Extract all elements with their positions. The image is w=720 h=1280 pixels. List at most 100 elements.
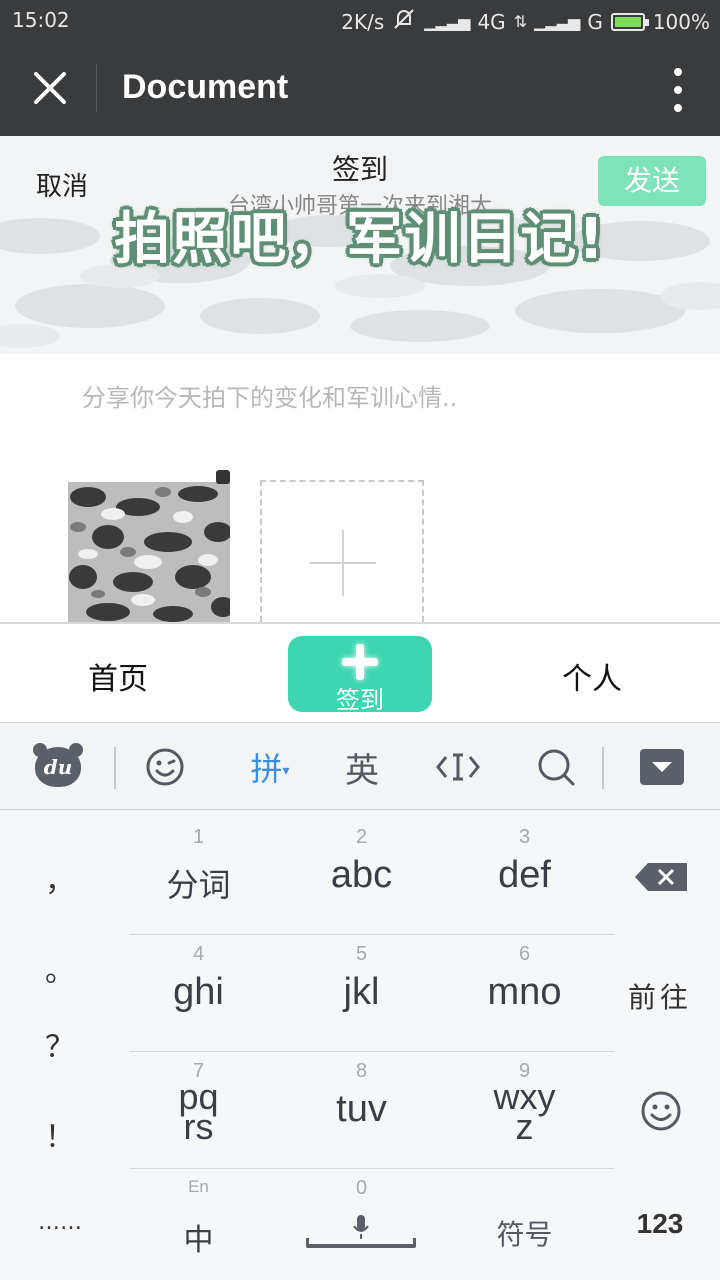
cursor-icon <box>436 753 480 781</box>
nav-home-tab[interactable]: 首页 <box>88 654 148 698</box>
english-mode-button[interactable]: 英 <box>334 723 390 811</box>
key-7[interactable]: 7 pqrs <box>117 1044 280 1161</box>
key-6[interactable]: 6 mno <box>443 927 606 1044</box>
pinyin-text: 拼 <box>250 750 283 788</box>
backspace-icon <box>635 863 687 891</box>
nav-me-tab[interactable]: 个人 <box>562 654 622 698</box>
hide-keyboard-button[interactable] <box>636 723 688 811</box>
backspace-button[interactable] <box>634 862 688 892</box>
send-button[interactable]: 发送 <box>598 156 706 206</box>
pinyin-mode-button[interactable]: 拼▾ <box>238 723 302 811</box>
key-1[interactable]: 1 分词 <box>117 810 280 927</box>
signal-bars-icon: ▁▂▃▅ <box>424 12 470 31</box>
baidu-ime-logo-button[interactable]: du <box>30 723 86 811</box>
cursor-move-button[interactable] <box>432 723 484 811</box>
key-number: 8 <box>355 1060 368 1082</box>
punct-key-ellipsis[interactable]: …… <box>20 1210 100 1235</box>
status-time: 15:02 <box>12 8 70 32</box>
nav-signin-button[interactable]: 签到 <box>288 636 432 714</box>
add-photo-button[interactable] <box>260 480 424 622</box>
emoji-panel-button[interactable] <box>140 723 190 811</box>
space-bar-indicator <box>306 1238 416 1248</box>
plus-icon <box>342 644 378 680</box>
key-label: def <box>498 854 551 896</box>
english-label: 英 <box>345 750 379 791</box>
more-dot-icon <box>674 86 682 94</box>
titlebar-divider <box>96 64 97 112</box>
key-label: wxyz <box>493 1076 556 1147</box>
key-number: 6 <box>518 943 531 965</box>
status-icons: 2K/s ▁▂▃▅ 4G ⇅ ▁▂▃▅ G 100% <box>341 8 710 35</box>
punct-key-comma[interactable]: ， <box>20 856 100 900</box>
key-number: 5 <box>355 943 368 965</box>
key-5[interactable]: 5 jkl <box>280 927 443 1044</box>
battery-icon <box>610 12 649 31</box>
key-2[interactable]: 2 abc <box>280 810 443 927</box>
baidu-bear-logo-icon: du <box>33 743 83 787</box>
lang-switch-key[interactable]: En 中 <box>117 1161 280 1278</box>
post-composer: 分享你今天拍下的变化和军训心情.. <box>0 354 720 622</box>
symbols-label: 符号 <box>496 1219 553 1250</box>
microphone-icon <box>353 1215 369 1239</box>
key-label: jkl <box>343 971 380 1013</box>
key-number: 4 <box>192 943 205 965</box>
bottom-nav: 首页 签到 个人 <box>0 622 720 722</box>
keyboard-toolbar: du 拼▾ 英 <box>0 722 720 810</box>
signal-bars-icon-2: ▁▂▃▅ <box>534 12 580 31</box>
key-number: 0 <box>355 1177 368 1199</box>
symbols-key[interactable]: 符号 <box>443 1161 606 1278</box>
punct-key-period[interactable]: 。 <box>20 946 100 990</box>
status-bar: 15:02 2K/s ▁▂▃▅ 4G ⇅ ▁▂▃▅ G 100% <box>0 0 720 40</box>
key-number: 2 <box>355 826 368 848</box>
t9-keypad: ， 。 ？ ！ …… 1 分词 2 abc 3 def 4 ghi 5 jkl … <box>0 810 720 1280</box>
network-type-1: 4G <box>477 9 506 34</box>
post-text-input[interactable]: 分享你今天拍下的变化和军训心情.. <box>82 378 457 413</box>
post-header-banner: 取消 签到 台湾小帅哥第一次来到湘大 拍照吧，军训日记! 发送 <box>0 136 720 354</box>
numbers-key[interactable]: 123 <box>614 1208 706 1240</box>
dropdown-triangle-icon: ▾ <box>282 763 290 779</box>
more-dot-icon <box>674 68 682 76</box>
data-arrows-icon: ⇅ <box>513 12 527 31</box>
close-button[interactable] <box>24 62 76 114</box>
banner-headline: 拍照吧，军训日记! <box>114 207 606 272</box>
key-9[interactable]: 9 wxyz <box>443 1044 606 1161</box>
close-icon <box>34 72 66 104</box>
smiley-icon <box>641 1091 681 1131</box>
emoji-key[interactable] <box>640 1090 682 1132</box>
page-title: Document <box>122 68 289 106</box>
key-8[interactable]: 8 tuv <box>280 1044 443 1161</box>
key-4[interactable]: 4 ghi <box>117 927 280 1044</box>
battery-fill <box>614 16 641 27</box>
hide-keyboard-icon <box>640 749 684 785</box>
pinyin-label: 拼▾ <box>250 744 289 790</box>
remove-photo-icon[interactable] <box>216 470 230 484</box>
network-type-2: G <box>587 9 603 34</box>
search-button[interactable] <box>530 723 582 811</box>
toolbar-separator <box>114 747 116 789</box>
smiley-icon <box>146 748 184 786</box>
attached-photo-thumbnail[interactable] <box>68 482 230 622</box>
mute-icon <box>392 8 416 35</box>
key-label: ghi <box>173 971 224 1013</box>
search-icon <box>538 749 575 786</box>
key-number: 3 <box>518 826 531 848</box>
punct-key-question[interactable]: ？ <box>20 1022 100 1066</box>
toolbar-separator <box>602 747 604 789</box>
more-dot-icon <box>674 104 682 112</box>
key-number: 1 <box>192 826 205 848</box>
key-label: mno <box>487 971 562 1013</box>
net-speed: 2K/s <box>341 9 385 34</box>
plus-icon-vertical <box>342 530 344 596</box>
photo-image <box>68 482 230 622</box>
nav-signin-label: 签到 <box>336 686 384 714</box>
battery-text: 100% <box>652 9 710 34</box>
lang-small-label: En <box>188 1177 209 1196</box>
key-3[interactable]: 3 def <box>443 810 606 927</box>
more-menu-button[interactable] <box>666 68 690 112</box>
lang-main-label: 中 <box>183 1224 214 1257</box>
key-label: pqrs <box>178 1076 219 1147</box>
punct-key-exclaim[interactable]: ！ <box>20 1112 100 1156</box>
key-label: tuv <box>336 1088 387 1130</box>
space-voice-key[interactable]: 0 <box>280 1161 443 1278</box>
go-enter-button[interactable]: 前往 <box>614 976 706 1016</box>
